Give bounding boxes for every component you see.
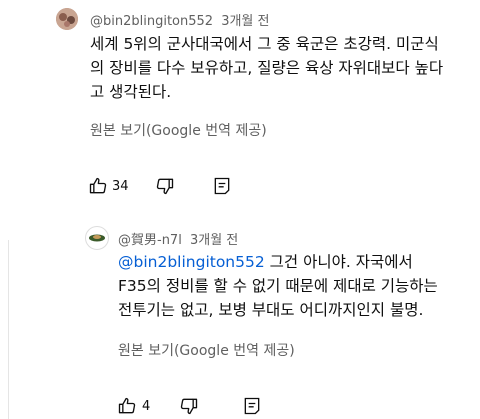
reply-line-text: 그건 아니야. 자국에서 bbox=[264, 253, 413, 271]
thumbs-up-icon bbox=[88, 176, 108, 196]
reply-icon bbox=[244, 397, 260, 415]
reply-line: 전투기는 없고, 보병 부대도 어디까지인지 불명. bbox=[118, 301, 424, 319]
thumbs-down-icon bbox=[156, 178, 174, 195]
avatar[interactable] bbox=[56, 8, 78, 30]
dislike-button[interactable] bbox=[155, 176, 175, 196]
comment-line: 세계 5위의 군사대국에서 그 중 육군은 초강력. 미군식 bbox=[90, 35, 439, 53]
like-count: 4 bbox=[142, 398, 151, 414]
comment-line: 의 장비를 다수 보유하고, 질량은 육상 자위대보다 높다 bbox=[90, 59, 444, 77]
comment-age[interactable]: 3개월 전 bbox=[221, 14, 269, 29]
thread-rail bbox=[8, 240, 9, 419]
like-button[interactable]: 4 bbox=[117, 396, 150, 416]
like-count: 34 bbox=[112, 178, 129, 194]
reply-line: F35의 정비를 할 수 없기 때문에 제대로 기능하는 bbox=[118, 277, 438, 295]
avatar-image bbox=[56, 8, 78, 30]
translate-link[interactable]: 원본 보기(Google 번역 제공) bbox=[118, 340, 295, 360]
reply-text: @bin2blingiton552 그건 아니야. 자국에서 F35의 정비를 … bbox=[118, 250, 478, 322]
dislike-button[interactable] bbox=[179, 396, 199, 416]
comment-text: 세계 5위의 군사대국에서 그 중 육군은 초강력. 미군식 의 장비를 다수 … bbox=[90, 32, 475, 104]
reply-button[interactable] bbox=[212, 176, 232, 196]
author-name[interactable]: @賀男-n7l bbox=[118, 233, 182, 248]
translate-link[interactable]: 원본 보기(Google 번역 제공) bbox=[90, 120, 267, 140]
reply-avatar[interactable] bbox=[85, 226, 109, 250]
avatar-image bbox=[89, 234, 105, 242]
author-name[interactable]: @bin2blingiton552 bbox=[90, 14, 213, 29]
thumbs-down-icon bbox=[180, 398, 198, 415]
reply-line: @bin2blingiton552 그건 아니야. 자국에서 bbox=[118, 250, 478, 274]
reply-meta: @賀男-n7l 3개월 전 bbox=[118, 229, 238, 248]
like-button[interactable]: 34 bbox=[88, 176, 129, 196]
thumbs-up-icon bbox=[117, 396, 137, 416]
comment-age[interactable]: 3개월 전 bbox=[190, 233, 238, 248]
comment-line: 고 생각된다. bbox=[90, 83, 172, 101]
reply-icon bbox=[214, 177, 230, 195]
reply-button[interactable] bbox=[242, 396, 262, 416]
mention-link[interactable]: @bin2blingiton552 bbox=[118, 253, 265, 271]
comment-meta: @bin2blingiton552 3개월 전 bbox=[90, 10, 270, 29]
